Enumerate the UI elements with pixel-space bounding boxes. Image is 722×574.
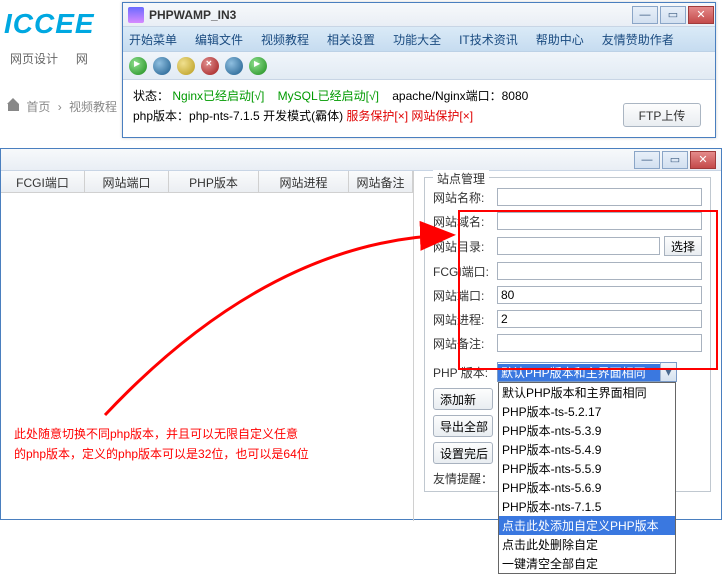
app-icon	[128, 7, 144, 23]
refresh-icon[interactable]	[249, 57, 267, 75]
protect-status: 服务保护[×] 网站保护[×]	[346, 109, 473, 123]
php-version-select[interactable]: 默认PHP版本和主界面相同 ▾ 默认PHP版本和主界面相同 PHP版本-ts-5…	[497, 362, 677, 382]
site-titlebar: — ▭ ✕	[1, 149, 721, 171]
stop-icon[interactable]	[201, 57, 219, 75]
col-phpver[interactable]: PHP版本	[169, 171, 259, 192]
dd-option[interactable]: PHP版本-nts-5.4.9	[499, 440, 675, 459]
home-icon	[8, 100, 19, 111]
nginx-status: Nginx已经启动[√]	[172, 89, 264, 103]
close-button[interactable]: ✕	[688, 6, 714, 24]
crumb-item[interactable]: 首页	[26, 100, 50, 114]
tool-icon[interactable]	[153, 57, 171, 75]
menu-start[interactable]: 开始菜单	[129, 31, 177, 48]
annotation-text: 此处随意切换不同php版本，并且可以无限自定义任意 的php版本，定义的php版…	[14, 424, 334, 464]
fcgi-port-input[interactable]	[497, 262, 702, 280]
breadcrumb: 首页 › 视频教程	[6, 98, 119, 115]
site-list-panel: FCGI端口 网站端口 PHP版本 网站进程 网站备注	[1, 171, 414, 521]
site-name-input[interactable]	[497, 188, 702, 206]
maximize-button[interactable]: ▭	[660, 6, 686, 24]
window-title: PHPWAMP_IN3	[149, 8, 631, 22]
dd-option-clear-all[interactable]: 一键清空全部自定	[499, 554, 675, 573]
label-name: 网站名称:	[433, 189, 497, 206]
menu-donate[interactable]: 友情赞助作者	[602, 31, 674, 48]
col-proc[interactable]: 网站进程	[259, 171, 349, 192]
site-remark-input[interactable]	[497, 334, 702, 352]
bg-nav: 网页设计 网	[10, 50, 102, 67]
site-port-input[interactable]	[497, 286, 702, 304]
minimize-button[interactable]: —	[632, 6, 658, 24]
browse-button[interactable]: 选择	[664, 236, 702, 256]
label-remark: 网站备注:	[433, 335, 497, 352]
finish-button[interactable]: 设置完后	[433, 442, 493, 464]
mysql-status: MySQL已经启动[√]	[278, 89, 379, 103]
php-version-status: php版本：php-nts-7.1.5 开发模式(霸体)	[133, 109, 346, 123]
tool-icon[interactable]	[225, 57, 243, 75]
port-status: apache/Nginx端口：8080	[392, 89, 528, 103]
titlebar: PHPWAMP_IN3 — ▭ ✕	[123, 3, 715, 27]
dd-option[interactable]: PHP版本-ts-5.2.17	[499, 402, 675, 421]
site-logo: ICCEE	[4, 8, 95, 40]
dropdown-list: 默认PHP版本和主界面相同 PHP版本-ts-5.2.17 PHP版本-nts-…	[498, 382, 676, 574]
maximize-button[interactable]: ▭	[662, 151, 688, 169]
site-form-panel: 站点管理 网站名称: 网站域名: 网站目录: 选择 FCGI端口: 网站端口: 网…	[414, 171, 721, 521]
label-port: 网站端口:	[433, 287, 497, 304]
dd-option-delete-custom[interactable]: 点击此处删除自定	[499, 535, 675, 554]
site-proc-input[interactable]	[497, 310, 702, 328]
menu-help[interactable]: 帮助中心	[536, 31, 584, 48]
dd-option[interactable]: PHP版本-nts-5.5.9	[499, 459, 675, 478]
tool-icon[interactable]	[177, 57, 195, 75]
site-fieldset: 站点管理 网站名称: 网站域名: 网站目录:选择 FCGI端口: 网站端口: 网…	[424, 177, 711, 492]
toolbar	[123, 52, 715, 80]
nav-item[interactable]: 网	[76, 52, 88, 66]
dd-option-add-custom[interactable]: 点击此处添加自定义PHP版本	[499, 516, 675, 535]
menu-edit[interactable]: 编辑文件	[195, 31, 243, 48]
dd-option[interactable]: 默认PHP版本和主界面相同	[499, 383, 675, 402]
nav-item[interactable]: 网页设计	[10, 52, 58, 66]
crumb-item[interactable]: 视频教程	[69, 100, 117, 114]
select-value: 默认PHP版本和主界面相同	[498, 364, 660, 381]
col-port[interactable]: 网站端口	[85, 171, 169, 192]
ftp-upload-button[interactable]: FTP上传	[623, 103, 701, 127]
menu-settings[interactable]: 相关设置	[327, 31, 375, 48]
col-fcgi[interactable]: FCGI端口	[1, 171, 85, 192]
menu-itnews[interactable]: IT技术资讯	[459, 31, 518, 48]
export-button[interactable]: 导出全部	[433, 415, 493, 437]
list-header: FCGI端口 网站端口 PHP版本 网站进程 网站备注	[1, 171, 413, 193]
dd-option[interactable]: PHP版本-nts-5.6.9	[499, 478, 675, 497]
menu-functions[interactable]: 功能大全	[393, 31, 441, 48]
play-icon[interactable]	[129, 57, 147, 75]
site-domain-input[interactable]	[497, 212, 702, 230]
chevron-down-icon[interactable]: ▾	[660, 363, 676, 381]
col-remark[interactable]: 网站备注	[349, 171, 413, 192]
label-domain: 网站域名:	[433, 213, 497, 230]
site-window: — ▭ ✕ FCGI端口 网站端口 PHP版本 网站进程 网站备注 站点管理 网…	[0, 148, 722, 520]
add-button[interactable]: 添加新	[433, 388, 493, 410]
dd-option[interactable]: PHP版本-nts-5.3.9	[499, 421, 675, 440]
close-button[interactable]: ✕	[690, 151, 716, 169]
minimize-button[interactable]: —	[634, 151, 660, 169]
label-fcgi: FCGI端口:	[433, 263, 497, 280]
label-phpver: PHP 版本:	[433, 364, 497, 381]
status-label: 状态：	[133, 89, 169, 103]
menu-video[interactable]: 视频教程	[261, 31, 309, 48]
label-proc: 网站进程:	[433, 311, 497, 328]
menubar: 开始菜单 编辑文件 视频教程 相关设置 功能大全 IT技术资讯 帮助中心 友情赞…	[123, 27, 715, 52]
fieldset-legend: 站点管理	[433, 170, 489, 187]
label-dir: 网站目录:	[433, 238, 497, 255]
app-window: PHPWAMP_IN3 — ▭ ✕ 开始菜单 编辑文件 视频教程 相关设置 功能…	[122, 2, 716, 138]
dd-option[interactable]: PHP版本-nts-7.1.5	[499, 497, 675, 516]
site-dir-input[interactable]	[497, 237, 660, 255]
crumb-sep: ›	[58, 100, 62, 114]
